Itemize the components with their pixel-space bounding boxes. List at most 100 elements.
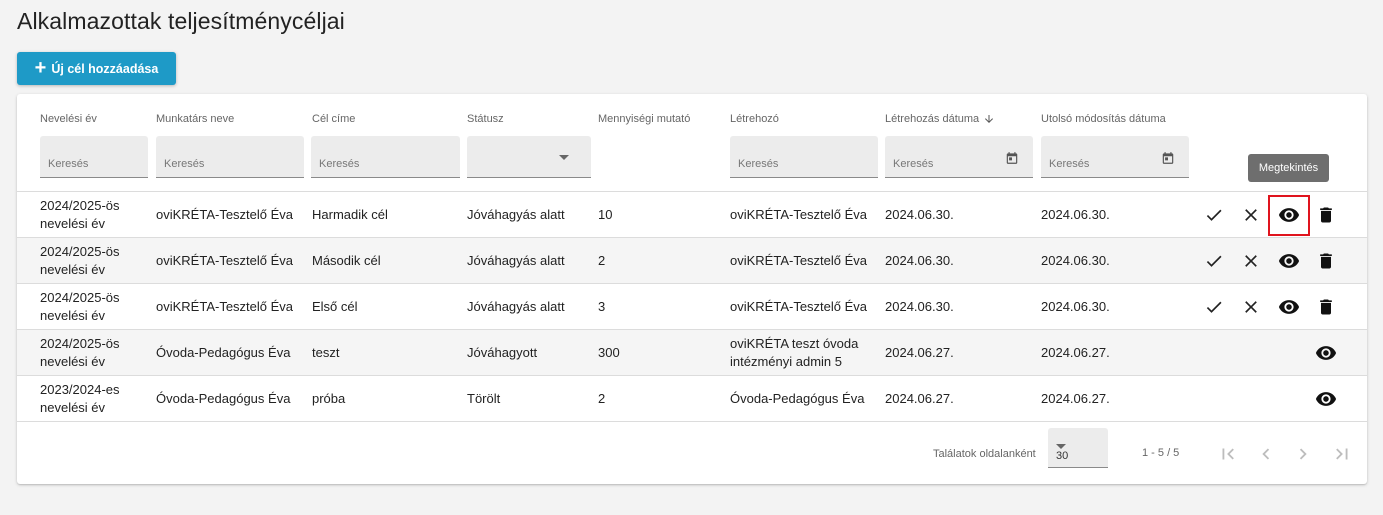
previous-page-button[interactable] <box>1254 442 1278 466</box>
goals-table-card: Nevelési év Munkatárs neve Cél címe Stát… <box>17 94 1367 484</box>
cell-modified: 2024.06.30. <box>1041 253 1110 268</box>
cell-employee: Óvoda-Pedagógus Éva <box>156 391 291 406</box>
column-header-status[interactable]: Státusz <box>467 113 504 125</box>
per-page-value: 30 <box>1056 450 1069 462</box>
last-page-button[interactable] <box>1330 442 1354 466</box>
calendar-icon[interactable] <box>1005 151 1019 165</box>
cell-quantity: 300 <box>598 345 620 360</box>
delete-button[interactable] <box>1314 295 1338 319</box>
add-goal-button[interactable]: + Új cél hozzáadása <box>17 52 176 85</box>
calendar-icon[interactable] <box>1161 151 1175 165</box>
employee-filter-input[interactable] <box>156 136 304 177</box>
year-line1: 2024/2025-ös <box>40 290 120 305</box>
column-header-label: Munkatárs neve <box>156 113 235 125</box>
column-header-created[interactable]: Létrehozás dátuma <box>885 113 995 125</box>
eye-icon <box>1315 342 1337 364</box>
per-page-label: Találatok oldalanként <box>933 448 1036 460</box>
cell-creator: oviKRÉTA-Tesztelő Éva <box>730 238 867 284</box>
eye-icon <box>1278 296 1300 318</box>
cell-status: Jóváhagyás alatt <box>467 207 565 222</box>
created-date-filter[interactable] <box>885 136 1033 178</box>
next-page-button[interactable] <box>1291 442 1315 466</box>
year-line1: 2023/2024-es <box>40 382 120 397</box>
employee-filter[interactable] <box>156 136 304 178</box>
delete-button[interactable] <box>1314 203 1338 227</box>
per-page-select[interactable]: 30 <box>1048 428 1108 468</box>
chevron-down-icon <box>1056 444 1066 449</box>
status-filter-select[interactable] <box>467 136 591 178</box>
cell-created: 2024.06.30. <box>885 253 954 268</box>
creator-filter-input[interactable] <box>730 136 878 177</box>
cell-created: 2024.06.27. <box>885 345 954 360</box>
reject-button[interactable] <box>1239 203 1263 227</box>
cell-employee: oviKRÉTA-Tesztelő Éva <box>156 299 294 314</box>
creator-line1: Óvoda-Pedagógus Éva <box>730 391 865 406</box>
cell-status: Jóváhagyott <box>467 345 538 360</box>
first-page-icon <box>1222 448 1234 460</box>
reject-button[interactable] <box>1239 249 1263 273</box>
last-page-icon <box>1336 448 1348 460</box>
creator-line1: oviKRÉTA-Tesztelő Éva <box>730 207 868 222</box>
cell-created: 2024.06.30. <box>885 207 954 222</box>
trash-icon <box>1316 205 1336 225</box>
column-header-label: Mennyiségi mutató <box>598 113 691 125</box>
column-header-employee[interactable]: Munkatárs neve <box>156 113 234 125</box>
cell-quantity: 10 <box>598 207 613 222</box>
goal-filter-input[interactable] <box>311 136 460 177</box>
first-page-button[interactable] <box>1216 442 1240 466</box>
year-filter[interactable] <box>40 136 148 178</box>
cell-goal: Harmadik cél <box>312 207 388 222</box>
cell-creator: oviKRÉTA teszt óvoda intézményi admin 5 <box>730 330 858 376</box>
cell-modified: 2024.06.27. <box>1041 391 1110 406</box>
cell-year: 2024/2025-ös nevelési év <box>40 238 120 284</box>
cell-creator: Óvoda-Pedagógus Éva <box>730 376 864 422</box>
plus-icon: + <box>34 56 47 79</box>
close-icon <box>1241 297 1261 317</box>
cell-year: 2024/2025-ös nevelési év <box>40 284 120 330</box>
column-header-modified[interactable]: Utolsó módosítás dátuma <box>1041 113 1166 125</box>
cell-creator: oviKRÉTA-Tesztelő Éva <box>730 284 867 330</box>
eye-icon <box>1315 388 1337 410</box>
approve-button[interactable] <box>1202 203 1226 227</box>
year-line2: nevelési év <box>40 400 106 415</box>
column-header-label: Létrehozás dátuma <box>885 113 980 125</box>
year-filter-input[interactable] <box>40 136 148 177</box>
year-line1: 2024/2025-ös <box>40 198 120 213</box>
year-line2: nevelési év <box>40 308 106 323</box>
column-header-quantity[interactable]: Mennyiségi mutató <box>598 113 690 125</box>
creator-line1: oviKRÉTA-Tesztelő Éva <box>730 299 868 314</box>
cell-employee: Óvoda-Pedagógus Éva <box>156 345 291 360</box>
cell-quantity: 2 <box>598 391 606 406</box>
cell-status: Jóváhagyás alatt <box>467 253 565 268</box>
column-header-goal[interactable]: Cél címe <box>312 113 355 125</box>
reject-button[interactable] <box>1239 295 1263 319</box>
approve-button[interactable] <box>1202 295 1226 319</box>
page-title: Alkalmazottak teljesítménycéljai <box>17 8 345 34</box>
view-button[interactable] <box>1314 387 1338 411</box>
view-button[interactable] <box>1314 341 1338 365</box>
eye-icon <box>1278 204 1300 226</box>
creator-filter[interactable] <box>730 136 878 178</box>
column-header-label: Státusz <box>467 113 504 125</box>
goal-filter[interactable] <box>311 136 460 178</box>
column-header-creator[interactable]: Létrehozó <box>730 113 779 125</box>
delete-button[interactable] <box>1314 249 1338 273</box>
modified-date-filter[interactable] <box>1041 136 1189 178</box>
add-goal-label: Új cél hozzáadása <box>51 61 159 76</box>
year-line1: 2024/2025-ös <box>40 244 120 259</box>
year-line2: nevelési év <box>40 262 106 277</box>
view-button[interactable] <box>1277 295 1301 319</box>
view-button[interactable] <box>1277 249 1301 273</box>
approve-button[interactable] <box>1202 249 1226 273</box>
column-header-year[interactable]: Nevelési év <box>40 113 97 125</box>
view-button[interactable] <box>1277 203 1301 227</box>
column-header-label: Létrehozó <box>730 113 779 125</box>
year-line2: nevelési év <box>40 216 106 231</box>
cell-year: 2024/2025-ös nevelési év <box>40 192 120 238</box>
chevron-down-icon <box>559 155 569 160</box>
chevron-left-icon <box>1262 448 1270 460</box>
cell-quantity: 2 <box>598 253 606 268</box>
check-icon <box>1204 297 1224 317</box>
cell-modified: 2024.06.27. <box>1041 345 1110 360</box>
column-header-label: Utolsó módosítás dátuma <box>1041 113 1166 125</box>
